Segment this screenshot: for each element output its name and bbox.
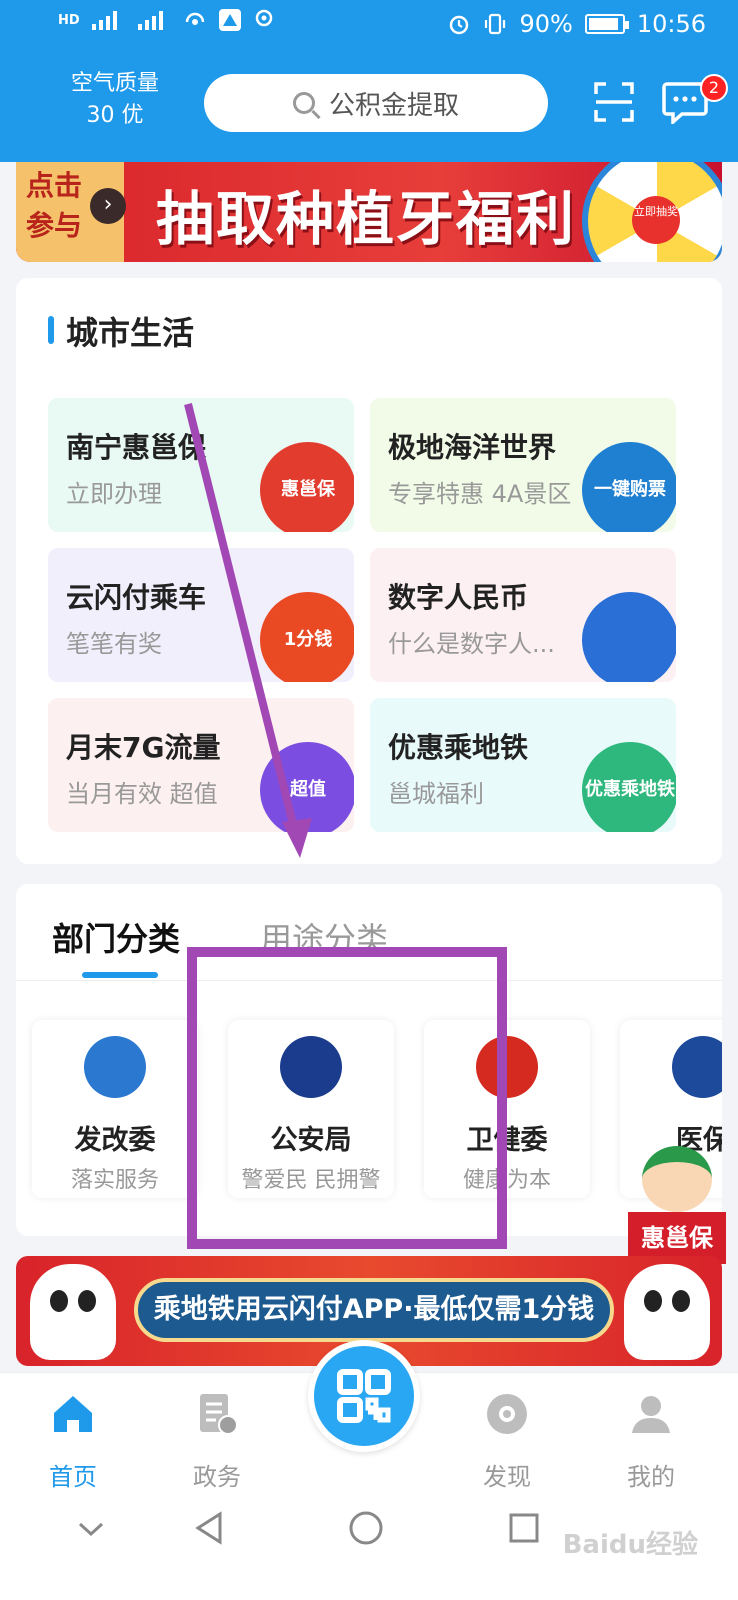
top-bar: HD 90% 10:56 空气质量 30 优 公积金提取 2 bbox=[0, 0, 738, 162]
prize-wheel-image: 立即抽奖 bbox=[582, 162, 722, 262]
search-icon bbox=[292, 92, 315, 114]
air-quality[interactable]: 空气质量 30 优 bbox=[60, 68, 170, 132]
card-title: 南宁惠邕保 bbox=[66, 431, 207, 464]
nav-label: 首页 bbox=[49, 1463, 97, 1491]
floating-promo[interactable]: 惠邕保 bbox=[628, 1146, 726, 1272]
nav-label: 我的 bbox=[627, 1463, 675, 1491]
promo-banner-top[interactable]: 点击参与 › 抽取种植牙福利 立即抽奖 bbox=[16, 162, 722, 262]
banner-cta-text: 点击参与 bbox=[26, 169, 83, 242]
signal-icon-2 bbox=[137, 11, 163, 30]
card-image: 一键购票 bbox=[582, 442, 676, 532]
service-card[interactable]: 月末7G流量当月有效 超值 超值 bbox=[48, 698, 354, 832]
service-card[interactable]: 南宁惠邕保立即办理 惠邕保 bbox=[48, 398, 354, 532]
card-title: 优惠乘地铁 bbox=[388, 731, 529, 764]
service-card[interactable]: 优惠乘地铁 邕城福利 优惠乘地铁 bbox=[370, 698, 676, 832]
section-title: 城市生活 bbox=[48, 308, 194, 354]
department-name: 发改委 bbox=[74, 1125, 156, 1156]
divider bbox=[16, 980, 722, 981]
nav-discover[interactable]: 发现 bbox=[462, 1391, 552, 1492]
card-image: 1分钱 bbox=[260, 592, 354, 682]
department-name: 卫健委 bbox=[466, 1125, 548, 1156]
home-circle-icon[interactable] bbox=[348, 1510, 384, 1546]
nav-home[interactable]: 首页 bbox=[28, 1391, 118, 1492]
tab-department[interactable]: 部门分类 bbox=[52, 914, 180, 960]
qr-code-icon bbox=[337, 1369, 391, 1423]
card-image: 超值 bbox=[260, 742, 354, 832]
air-quality-value: 30 优 bbox=[86, 103, 144, 128]
department-desc: 落实服务 bbox=[70, 1168, 159, 1193]
department-desc: 健康为本 bbox=[462, 1168, 551, 1193]
card-title: 数字人民币 bbox=[388, 581, 529, 614]
active-tab-indicator bbox=[82, 972, 158, 978]
card-image: 优惠乘地铁 bbox=[582, 742, 676, 832]
card-title: 月末7G流量 bbox=[66, 731, 221, 764]
card-subtitle: 邕城福利 bbox=[388, 780, 484, 808]
location-icon bbox=[255, 9, 272, 27]
battery-percent: 90% bbox=[519, 10, 573, 38]
watermark: Baidu经验 bbox=[562, 1530, 698, 1560]
department-emblem-icon bbox=[476, 1036, 538, 1098]
search-bar[interactable]: 公积金提取 bbox=[204, 74, 548, 132]
status-left: HD bbox=[58, 8, 276, 32]
scan-code-button[interactable] bbox=[308, 1340, 420, 1452]
department-emblem-icon bbox=[280, 1036, 342, 1098]
wheel-center-label: 立即抽奖 bbox=[632, 196, 680, 244]
card-subtitle: 专享特惠 4A景区 bbox=[388, 480, 572, 508]
hd-indicator: HD bbox=[58, 12, 80, 28]
service-card[interactable]: 极地海洋世界专享特惠 4A景区 一键购票 bbox=[370, 398, 676, 532]
card-subtitle: 当月有效 超值 bbox=[66, 780, 218, 808]
hotspot-icon bbox=[185, 12, 204, 25]
card-subtitle: 什么是数字人... bbox=[388, 630, 555, 658]
battery-icon bbox=[584, 14, 629, 34]
document-icon bbox=[200, 1394, 238, 1435]
banner-text: 乘地铁用云闪付APP·最低仅需1分钱 bbox=[134, 1278, 614, 1342]
card-subtitle: 笔笔有奖 bbox=[66, 630, 162, 658]
card-subtitle: 立即办理 bbox=[66, 480, 162, 508]
service-card[interactable]: 数字人民币什么是数字人... bbox=[370, 548, 676, 682]
recents-icon[interactable] bbox=[508, 1512, 540, 1544]
panda-image-right bbox=[624, 1264, 710, 1360]
department-emblem-icon bbox=[672, 1036, 722, 1098]
message-badge: 2 bbox=[700, 74, 728, 102]
alarm-icon bbox=[450, 15, 469, 35]
tab-purpose[interactable]: 用途分类 bbox=[260, 914, 388, 960]
category-section: 部门分类 用途分类 发改委 落实服务 公安局 警爱民 民拥警 卫健委 健康为本 医保 bbox=[16, 884, 722, 1236]
department-card[interactable]: 发改委 落实服务 bbox=[32, 1020, 198, 1198]
app-notification-icon bbox=[218, 9, 241, 31]
card-image bbox=[582, 592, 676, 682]
search-placeholder: 公积金提取 bbox=[328, 90, 459, 121]
nav-government[interactable]: 政务 bbox=[172, 1391, 262, 1492]
vibrate-icon bbox=[485, 13, 506, 35]
nav-me[interactable]: 我的 bbox=[606, 1391, 696, 1492]
nav-label: 政务 bbox=[193, 1463, 241, 1491]
department-card[interactable]: 公安局警爱民 民拥警 bbox=[228, 1020, 394, 1198]
card-image: 惠邕保 bbox=[260, 442, 354, 532]
city-life-section: 城市生活 南宁惠邕保 立即办理 惠邕保 极地海洋世界 专享特惠 4A景区 一键购票 云闪付乘… bbox=[16, 278, 722, 864]
mascot-image bbox=[642, 1146, 712, 1212]
service-card[interactable]: 云闪付乘车笔笔有奖 1分钱 bbox=[48, 548, 354, 682]
clock: 10:56 bbox=[636, 10, 706, 38]
card-title: 极地海洋世界 bbox=[388, 431, 557, 464]
home-icon bbox=[54, 1396, 92, 1432]
nav-label: 发现 bbox=[483, 1463, 531, 1491]
panda-image-left bbox=[30, 1264, 116, 1360]
department-emblem-icon bbox=[84, 1036, 146, 1098]
department-name: 公安局 bbox=[270, 1125, 352, 1156]
status-right: 90% 10:56 bbox=[447, 10, 706, 38]
arrow-right-icon: › bbox=[90, 188, 126, 224]
back-icon[interactable] bbox=[192, 1510, 226, 1546]
department-card[interactable]: 卫健委 健康为本 bbox=[424, 1020, 590, 1198]
banner-title: 抽取种植牙福利 bbox=[156, 185, 577, 253]
air-quality-label: 空气质量 bbox=[70, 71, 159, 96]
discover-icon bbox=[487, 1394, 527, 1434]
collapse-icon[interactable] bbox=[76, 1514, 106, 1544]
scan-icon[interactable] bbox=[594, 82, 634, 122]
department-desc: 警爱民 民拥警 bbox=[241, 1168, 381, 1193]
status-bar: HD 90% 10:56 bbox=[0, 0, 738, 56]
card-title: 云闪付乘车 bbox=[66, 581, 207, 614]
user-icon bbox=[632, 1396, 670, 1433]
signal-icon bbox=[91, 11, 117, 30]
